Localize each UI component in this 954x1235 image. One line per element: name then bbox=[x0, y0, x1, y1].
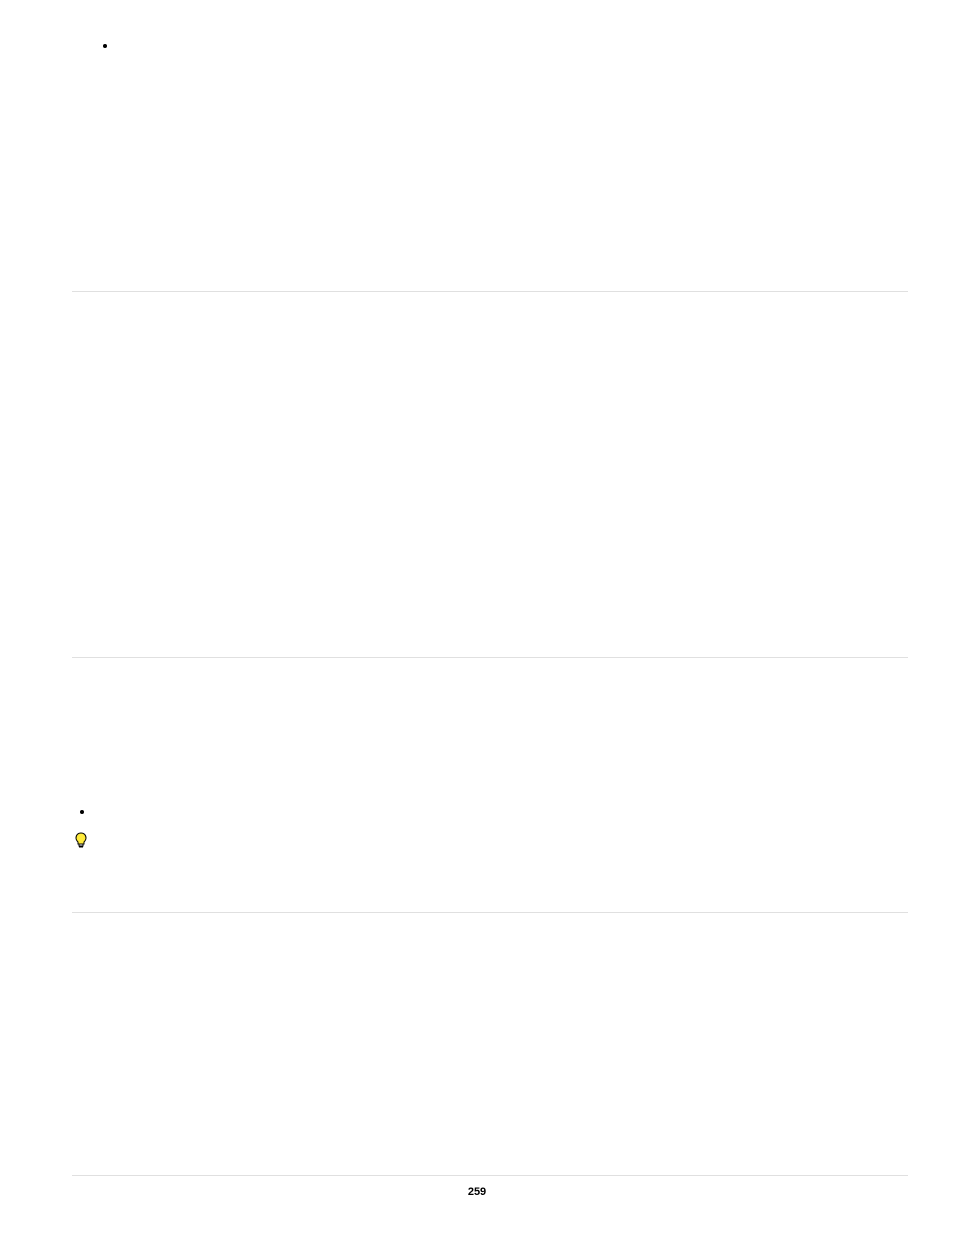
page-number: 259 bbox=[468, 1186, 486, 1198]
section-divider bbox=[72, 291, 908, 292]
section-divider bbox=[72, 912, 908, 913]
bullet-dot bbox=[80, 810, 84, 814]
section-divider bbox=[72, 1175, 908, 1176]
bullet-dot bbox=[103, 44, 107, 48]
section-divider bbox=[72, 657, 908, 658]
lightbulb-icon bbox=[74, 832, 88, 850]
